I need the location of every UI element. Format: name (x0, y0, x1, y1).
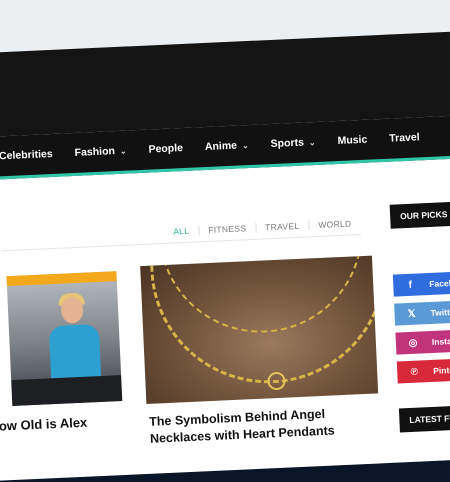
social-facebook[interactable]: f Faceboo (392, 269, 450, 297)
pinterest-icon: ℗ (410, 366, 419, 378)
nav-item-anime[interactable]: Anime ⌄ (205, 139, 249, 153)
post-thumbnail-alex[interactable] (6, 271, 123, 407)
post-thumbnail-necklace[interactable] (140, 255, 379, 404)
filter-fitness[interactable]: FITNESS (197, 222, 256, 236)
facebook-icon: f (408, 279, 413, 291)
x-icon: 𝕏 (407, 308, 416, 320)
nav-item-celebrities[interactable]: Celebrities (0, 148, 53, 162)
widget-heading-latest: LATEST FUN (398, 404, 450, 433)
pendant-ring (267, 371, 286, 391)
chevron-down-icon: ⌄ (308, 137, 316, 147)
browser-screen: Celebrities Fashion ⌄ People Anime ⌄ Sport… (0, 0, 450, 482)
nav-item-people[interactable]: People (148, 142, 183, 156)
category-filter-bar: ALL FITNESS TRAVEL WORLD (0, 212, 361, 252)
social-twitter[interactable]: 𝕏 Twitter (394, 298, 450, 326)
social-pinterest[interactable]: ℗ Pintere (396, 356, 450, 384)
sidebar: OUR PICKS f Faceboo 𝕏 Twitter ◎ Instagra ℗ P… (389, 200, 450, 433)
widget-heading-our-picks: OUR PICKS (389, 200, 450, 229)
post-title-necklace[interactable]: The Symbolism Behind Angel Necklaces wit… (149, 403, 390, 448)
filter-world[interactable]: WORLD (308, 218, 361, 231)
nav-item-music[interactable]: Music (337, 134, 367, 147)
nav-item-travel[interactable]: Travel (389, 131, 420, 144)
chevron-down-icon: ⌄ (241, 140, 249, 150)
post-title-alex[interactable]: ar: How Old is Alex (0, 413, 119, 435)
filter-travel[interactable]: TRAVEL (254, 220, 309, 233)
instagram-icon: ◎ (408, 337, 418, 349)
chevron-down-icon: ⌄ (119, 146, 127, 156)
filter-all[interactable]: ALL (164, 225, 198, 237)
nav-item-sports[interactable]: Sports ⌄ (270, 136, 315, 150)
nav-item-fashion[interactable]: Fashion ⌄ (74, 145, 126, 159)
social-instagram[interactable]: ◎ Instagra (395, 327, 450, 355)
